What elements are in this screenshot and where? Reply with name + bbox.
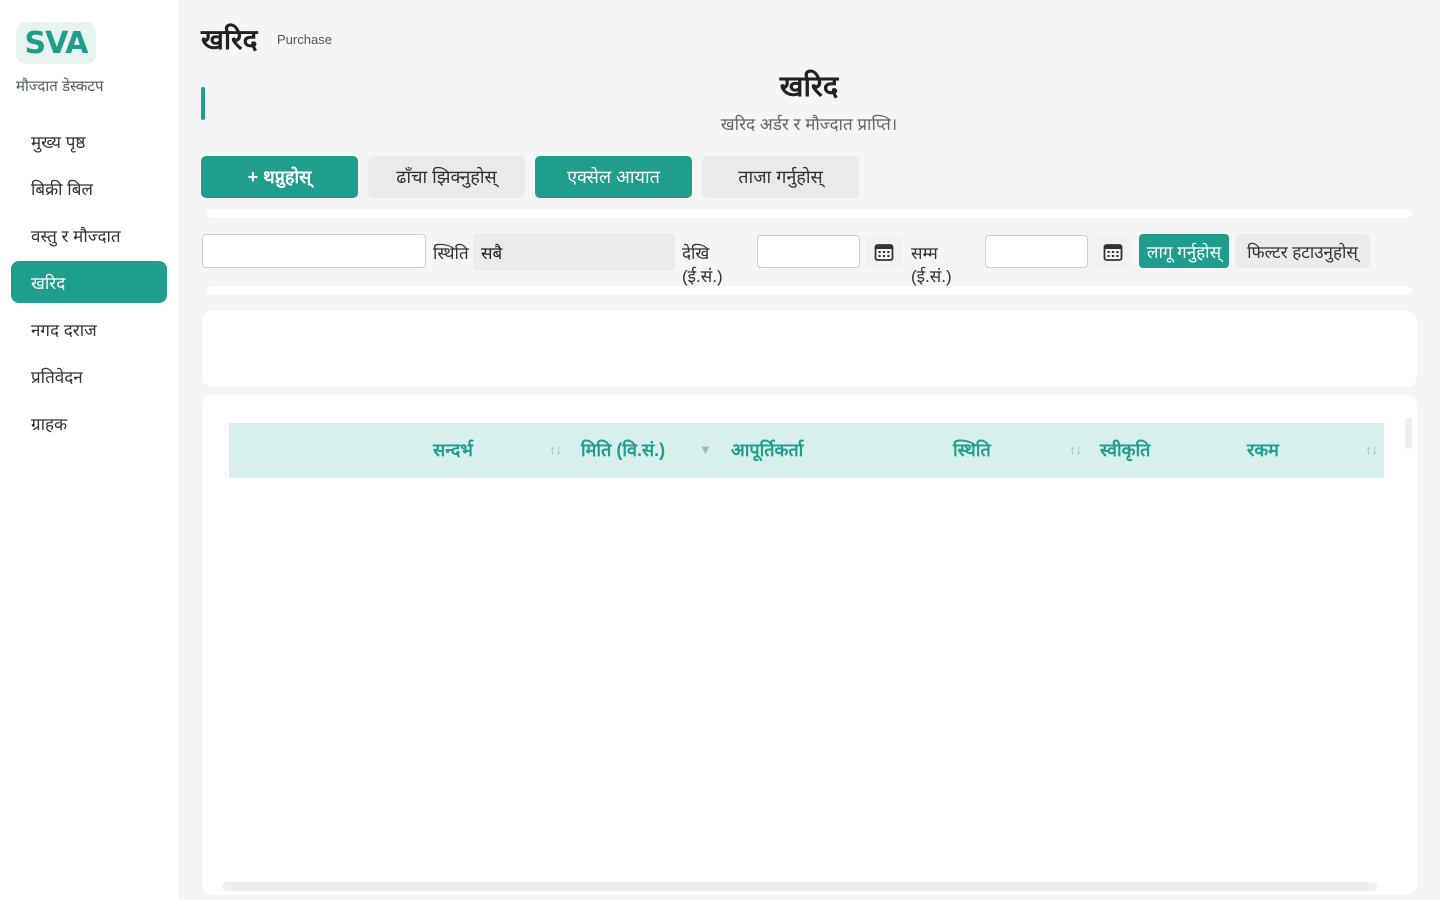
apply-filter-button[interactable]: लागू गर्नुहोस् — [1139, 234, 1229, 268]
sidebar-nav: मुख्य पृष्ठ बिक्री बिल वस्तु र मौज्दात ख… — [11, 120, 167, 449]
excel-import-button[interactable]: एक्सेल आयात — [535, 156, 692, 198]
column-header-status[interactable]: स्थिति — [953, 438, 991, 462]
to-date-input[interactable] — [985, 235, 1088, 268]
main-content: खरिद Purchase खरिद खरिद अर्डर र मौज्दात … — [178, 0, 1440, 900]
sidebar-item-label: बिक्री बिल — [31, 179, 93, 199]
status-select-value: सबै — [481, 243, 503, 263]
table-header: सन्दर्भ ↑↓ मिति (वि.सं.) ▼ आपूर्तिकर्ता … — [229, 423, 1384, 478]
sidebar-item-reports[interactable]: प्रतिवेदन — [11, 355, 167, 397]
download-template-button[interactable]: ढाँचा झिक्नुहोस् — [368, 156, 525, 198]
sidebar-item-label: प्रतिवेदन — [31, 367, 83, 387]
refresh-button[interactable]: ताजा गर्नुहोस् — [702, 156, 859, 198]
action-toolbar: + थप्नुहोस् ढाँचा झिक्नुहोस् एक्सेल आयात… — [201, 156, 859, 198]
divider — [206, 286, 1412, 295]
sort-icon[interactable]: ↑↓ — [1069, 442, 1082, 457]
sidebar-item-label: मुख्य पृष्ठ — [31, 132, 86, 152]
calendar-icon — [1103, 243, 1123, 261]
app-name: मौज्दात डेस्कटप — [16, 78, 104, 95]
hero-subtitle: खरिद अर्डर र मौज्दात प्राप्ति। — [720, 115, 898, 134]
sidebar-item-purchase[interactable]: खरिद — [11, 261, 167, 303]
sort-desc-icon[interactable]: ▼ — [699, 442, 712, 457]
status-label: स्थिति — [433, 244, 469, 263]
calendar-icon — [874, 243, 894, 261]
sidebar-item-label: नगद दराज — [31, 320, 97, 340]
column-header-date[interactable]: मिति (वि.सं.) — [581, 438, 665, 462]
sidebar: SVA मौज्दात डेस्कटप मुख्य पृष्ठ बिक्री ब… — [0, 0, 178, 900]
page-subtitle: Purchase — [277, 32, 332, 47]
app-logo[interactable]: SVA — [16, 22, 96, 64]
from-date-picker-button[interactable] — [866, 235, 902, 268]
column-header-approval[interactable]: स्वीकृति — [1100, 438, 1150, 462]
sidebar-item-label: खरिद — [31, 273, 66, 293]
sidebar-item-cash-drawer[interactable]: नगद दराज — [11, 308, 167, 350]
horizontal-scrollbar[interactable] — [222, 882, 1377, 891]
sort-icon[interactable]: ↑↓ — [1365, 442, 1378, 457]
sort-icon[interactable]: ↑↓ — [549, 442, 562, 457]
column-header-supplier[interactable]: आपूर्तिकर्ता — [731, 438, 803, 462]
add-button[interactable]: + थप्नुहोस् — [201, 156, 358, 198]
to-date-picker-button[interactable] — [1095, 235, 1131, 268]
page-title: खरिद — [201, 24, 258, 55]
hero-title: खरिद — [779, 71, 839, 103]
sidebar-item-customers[interactable]: ग्राहक — [11, 402, 167, 444]
search-input[interactable] — [202, 234, 426, 268]
summary-card — [202, 311, 1417, 387]
sidebar-item-items-stock[interactable]: वस्तु र मौज्दात — [11, 214, 167, 256]
from-date-label: देखि (ई.सं.) — [682, 244, 723, 286]
column-header-reference[interactable]: सन्दर्भ — [433, 438, 473, 462]
sidebar-item-sales-bill[interactable]: बिक्री बिल — [11, 167, 167, 209]
sidebar-item-label: ग्राहक — [31, 414, 68, 434]
status-select[interactable]: सबै — [473, 233, 675, 271]
to-date-label: सम्म (ई.सं.) — [911, 244, 952, 286]
sidebar-item-home[interactable]: मुख्य पृष्ठ — [11, 120, 167, 162]
from-date-input[interactable] — [757, 235, 860, 268]
logo-text: SVA — [24, 25, 88, 61]
purchase-table-card: सन्दर्भ ↑↓ मिति (वि.सं.) ▼ आपूर्तिकर्ता … — [202, 395, 1417, 895]
clear-filter-button[interactable]: फिल्टर हटाउनुहोस् — [1235, 234, 1370, 268]
vertical-scrollbar[interactable] — [1405, 417, 1412, 449]
column-header-amount[interactable]: रकम — [1247, 438, 1279, 462]
divider — [206, 209, 1412, 218]
sidebar-item-label: वस्तु र मौज्दात — [31, 226, 121, 246]
